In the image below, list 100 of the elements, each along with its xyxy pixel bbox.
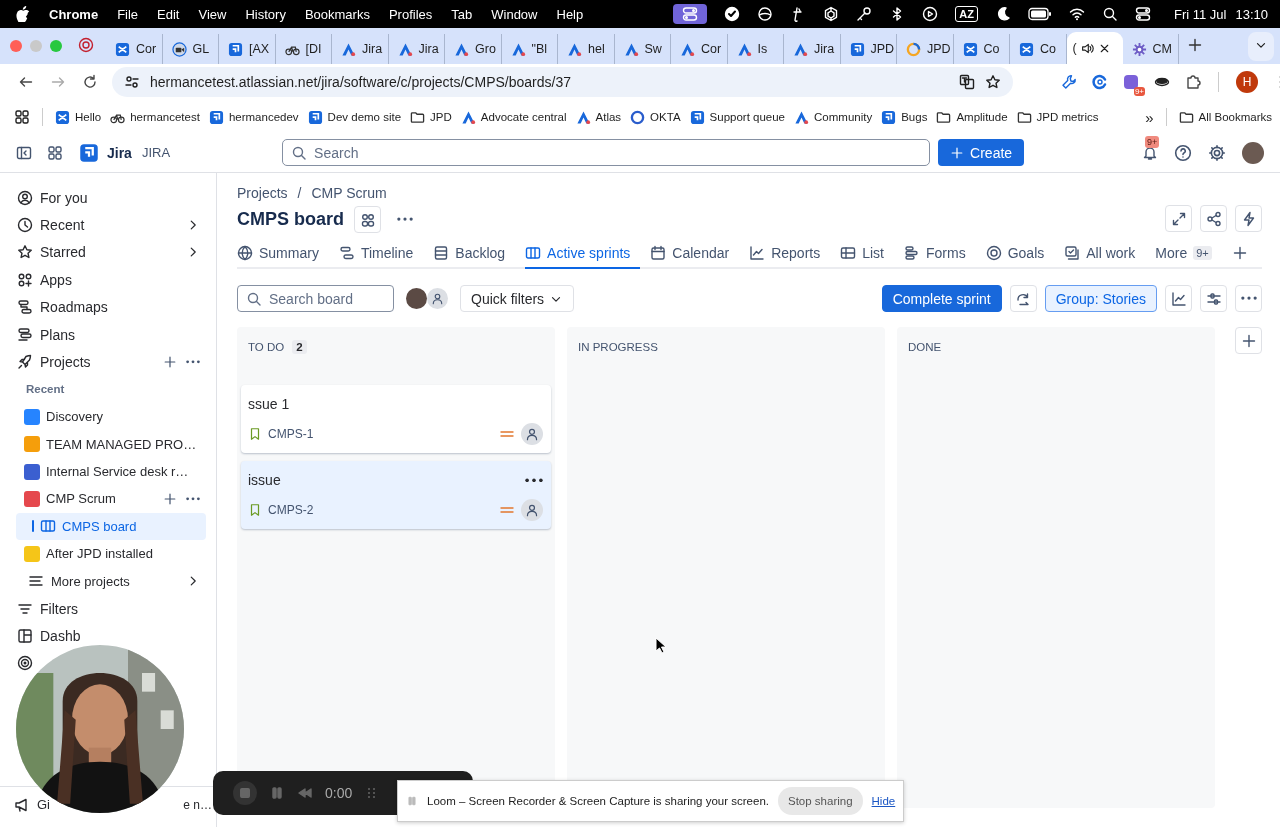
bookmark[interactable]: Advocate central [460, 109, 567, 125]
help-icon[interactable] [1174, 143, 1192, 162]
menu-item[interactable]: History [245, 6, 286, 22]
menu-item[interactable]: Bookmarks [304, 6, 370, 22]
tab[interactable]: All work [1064, 239, 1146, 269]
quick-filters-button[interactable]: Quick filters [460, 285, 575, 312]
sidebar-item[interactable]: Apps [10, 266, 206, 294]
jira-logo[interactable] [79, 142, 99, 163]
ring-icon[interactable] [1092, 74, 1108, 90]
create-button[interactable]: Create [938, 139, 1025, 166]
key-icon[interactable] [856, 6, 873, 22]
sidebar-item[interactable]: Recent [10, 211, 206, 239]
add-tab-icon[interactable] [1231, 245, 1248, 261]
more-icon[interactable] [186, 497, 200, 501]
more-bookmarks-button[interactable]: » [1145, 108, 1154, 126]
board-item[interactable]: CMPS board [16, 512, 206, 541]
more-button[interactable] [1235, 285, 1262, 312]
back-icon[interactable] [18, 74, 34, 90]
drag-handle-icon[interactable] [406, 795, 418, 807]
project-item[interactable]: Discovery [10, 403, 206, 431]
search-field[interactable]: Search [282, 139, 931, 166]
automation-button[interactable] [1235, 205, 1262, 232]
sidebar-item[interactable]: Plans [10, 320, 206, 349]
project-item[interactable]: TEAM MANAGED PRO… [10, 430, 206, 458]
browser-tab[interactable]: ( [1066, 32, 1123, 64]
tab[interactable]: Forms [904, 239, 976, 269]
tab[interactable]: Timeline [338, 239, 424, 269]
star-icon[interactable] [985, 74, 1001, 90]
sidebar-item[interactable]: Dashb [40, 627, 81, 644]
project-item[interactable]: Internal Service desk r… [10, 457, 206, 486]
assignee-avatar[interactable] [521, 499, 543, 521]
people-button[interactable] [354, 206, 381, 233]
tab[interactable]: Reports [749, 239, 831, 269]
hexagon-icon[interactable] [823, 6, 840, 22]
puzzle-icon[interactable] [1185, 74, 1201, 90]
reload-icon[interactable] [82, 74, 98, 90]
menu-item[interactable]: Tab [451, 6, 473, 22]
stop-button[interactable] [233, 781, 257, 805]
bookmark[interactable]: Community [794, 109, 873, 125]
sidebar-item[interactable]: Filters [40, 600, 79, 617]
target-icon[interactable] [17, 655, 33, 672]
bookmark[interactable]: Atlas [575, 109, 622, 125]
group-button[interactable]: Group: Stories [1044, 285, 1157, 312]
pause-icon[interactable] [269, 785, 285, 801]
rewind-icon[interactable] [297, 785, 313, 801]
control-center-icon[interactable] [1134, 6, 1151, 22]
unassigned-avatar[interactable] [427, 288, 448, 309]
megaphone-icon[interactable] [14, 796, 30, 813]
profile-avatar[interactable]: H [1236, 71, 1258, 93]
issue-card[interactable]: ssue 1 CMPS-1 [241, 385, 551, 453]
app-menu[interactable]: Chrome [49, 6, 99, 22]
sidebar-item[interactable]: Starred [10, 238, 206, 267]
record-icon[interactable] [78, 36, 94, 53]
menu-item[interactable]: View [198, 6, 227, 22]
bookmark[interactable]: Hello [55, 109, 102, 125]
bookmark[interactable]: Dev demo site [307, 109, 402, 125]
settings-icon[interactable] [1208, 143, 1226, 162]
circle-icon[interactable] [757, 6, 774, 22]
check-icon[interactable] [724, 6, 741, 22]
user-avatar[interactable] [1242, 141, 1264, 164]
bookmark[interactable]: hermancetest [110, 109, 200, 125]
refresh-button[interactable] [1009, 285, 1037, 312]
project-item[interactable]: CMP Scrum [10, 485, 206, 513]
tab[interactable]: Backlog [433, 239, 516, 269]
view-settings-button[interactable] [1200, 285, 1227, 312]
input-source[interactable]: AZ [955, 6, 978, 22]
fullscreen-button[interactable] [1165, 205, 1192, 232]
sidebar-item[interactable]: Roadmaps [10, 293, 206, 321]
wifi-icon[interactable] [1068, 6, 1085, 22]
tab[interactable]: Calendar [650, 239, 740, 269]
notifications-button[interactable]: 9+ [1142, 135, 1158, 161]
add-icon[interactable] [163, 355, 177, 370]
menu-item[interactable]: Help [556, 6, 584, 22]
bookmark[interactable]: hermancedev [208, 109, 299, 125]
menu-item[interactable]: File [117, 6, 139, 22]
tab[interactable]: Goals [985, 239, 1055, 269]
battery-icon[interactable] [1027, 7, 1052, 21]
add-icon[interactable] [163, 492, 177, 506]
menu-item[interactable]: Profiles [388, 6, 433, 22]
insights-button[interactable] [1165, 285, 1192, 312]
screen-share-icon[interactable] [673, 4, 708, 24]
add-column-button[interactable] [1235, 327, 1262, 354]
more-icon[interactable] [186, 360, 200, 364]
tune-icon[interactable] [124, 74, 140, 90]
bookmark[interactable]: Bugs [881, 109, 928, 125]
sidebar-toggle-icon[interactable] [16, 144, 32, 161]
bookmark-folder[interactable]: All Bookmarks [1178, 109, 1272, 125]
bookmark[interactable]: Amplitude [936, 109, 1008, 125]
bookmark[interactable]: JPD [410, 109, 452, 125]
apple-icon[interactable] [16, 6, 30, 22]
hide-link[interactable]: Hide [871, 795, 896, 807]
play-icon[interactable] [922, 6, 939, 22]
bookmark[interactable]: JPD metrics [1016, 109, 1099, 125]
wrench-icon[interactable] [1061, 74, 1077, 90]
more-icon[interactable] [525, 477, 543, 483]
tab[interactable]: More 9+ [1155, 239, 1222, 269]
menu-item[interactable]: Window [491, 6, 538, 22]
apps-icon[interactable] [14, 109, 30, 125]
new-tab-icon[interactable] [1187, 36, 1203, 53]
breadcrumb-link[interactable]: CMP Scrum [311, 185, 387, 201]
